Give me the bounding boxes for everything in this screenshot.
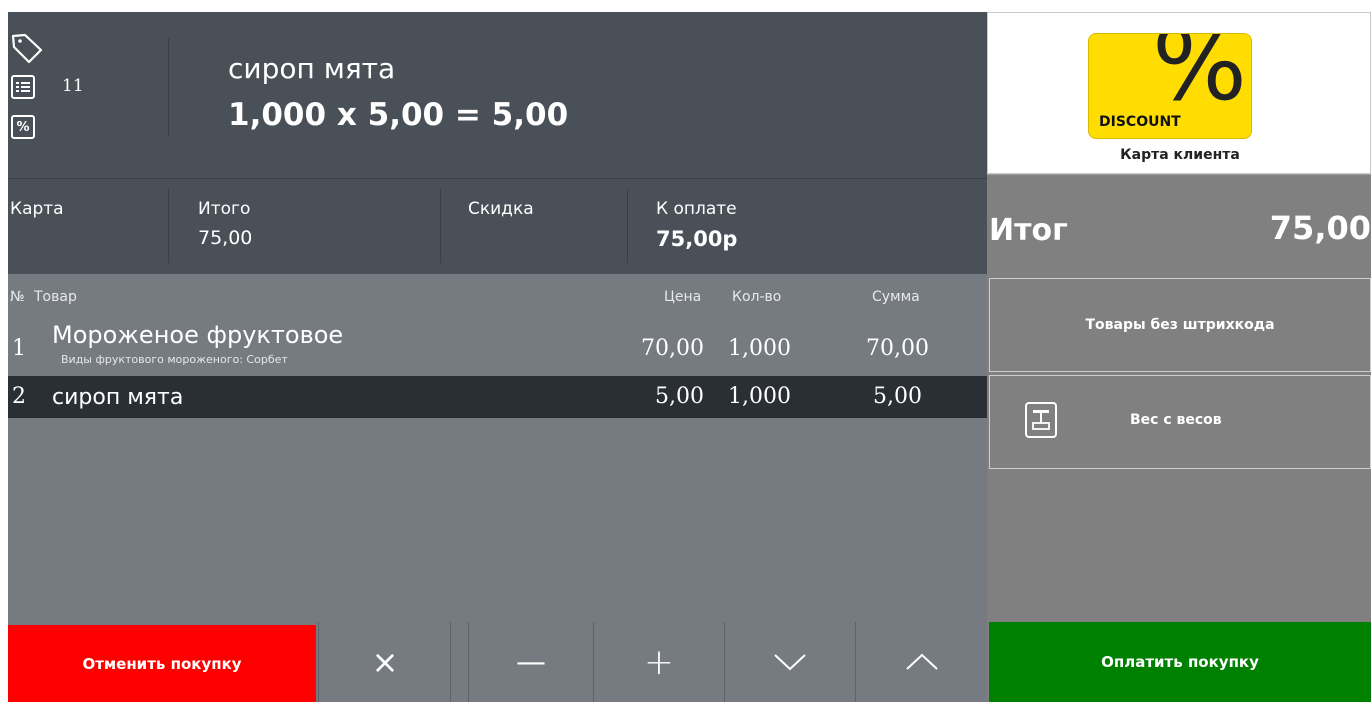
column-header-qty: Кол-во <box>732 289 782 305</box>
scale-icon <box>1025 402 1057 438</box>
current-product-calc: 1,000 x 5,00 = 5,00 <box>228 97 569 133</box>
minus-icon: — <box>516 644 546 680</box>
to-pay-label: К оплате <box>656 199 737 219</box>
percent-glyph: % <box>1151 33 1247 123</box>
row-sum: 5,00 <box>873 384 922 409</box>
divider <box>168 38 169 136</box>
cancel-purchase-button[interactable]: Отменить покупку <box>8 625 316 702</box>
column-header-price: Цена <box>664 289 702 305</box>
column-header-product: Товар <box>34 289 77 305</box>
current-item-header: % 11 сироп мята 1,000 x 5,00 = 5,00 <box>8 12 987 178</box>
list-icon[interactable] <box>11 75 35 99</box>
tag-icon[interactable] <box>11 32 43 64</box>
to-pay-value: 75,00р <box>656 227 738 251</box>
bottom-toolbar: Отменить покупку × — + <box>8 622 987 702</box>
delete-item-button[interactable]: × <box>320 622 450 702</box>
receipt-table: № Товар Цена Кол-во Сумма 1 Мороженое фр… <box>8 274 987 622</box>
client-card-button[interactable]: % DISCOUNT Карта клиента <box>987 12 1371 174</box>
no-barcode-items-button[interactable]: Товары без штрихкода <box>989 278 1371 372</box>
pos-screen: % 11 сироп мята 1,000 x 5,00 = 5,00 Карт… <box>0 0 1371 702</box>
table-row-selected[interactable]: 2 сироп мята 5,00 1,000 5,00 <box>8 376 987 418</box>
current-product-name: сироп мята <box>228 52 396 85</box>
row-num: 2 <box>12 384 26 409</box>
divider <box>627 189 628 263</box>
total-value: 75,00 <box>198 227 253 249</box>
chevron-up-icon <box>905 653 938 670</box>
row-num: 1 <box>12 336 26 361</box>
row-price: 5,00 <box>655 384 704 409</box>
scale-weight-button[interactable]: Вес с весов <box>989 375 1371 469</box>
discount-text: DISCOUNT <box>1099 114 1181 130</box>
percent-icon[interactable]: % <box>11 115 35 139</box>
item-counter: 11 <box>62 76 84 96</box>
move-down-button[interactable] <box>725 622 855 702</box>
total-label: Итого <box>198 199 251 219</box>
row-price: 70,00 <box>641 336 704 361</box>
divider <box>168 189 169 263</box>
client-card-label: Карта клиента <box>1120 147 1240 163</box>
divider <box>450 622 451 702</box>
no-barcode-items-label: Товары без штрихкода <box>1085 317 1275 333</box>
scale-weight-label: Вес с весов <box>1130 412 1222 428</box>
row-sum: 70,00 <box>866 336 929 361</box>
increase-qty-button[interactable]: + <box>594 622 724 702</box>
row-product-name: Мороженое фруктовое <box>52 321 344 349</box>
grand-total-label: Итог <box>989 213 1068 248</box>
pay-purchase-button[interactable]: Оплатить покупку <box>989 622 1371 702</box>
grand-total-panel: Итог 75,00 <box>987 174 1371 276</box>
row-qty: 1,000 <box>728 384 791 409</box>
discount-card-image: % DISCOUNT <box>1088 33 1252 139</box>
column-header-sum: Сумма <box>872 289 920 305</box>
move-up-button[interactable] <box>856 622 987 702</box>
decrease-qty-button[interactable]: — <box>469 622 593 702</box>
grand-total-value: 75,00 <box>1269 209 1371 247</box>
column-header-num: № <box>10 289 25 305</box>
table-row[interactable]: 1 Мороженое фруктовое Виды фруктового мо… <box>8 316 987 376</box>
divider <box>318 622 319 702</box>
discount-label: Скидка <box>468 199 534 219</box>
card-label: Карта <box>10 199 64 219</box>
chevron-down-icon <box>774 654 806 671</box>
totals-strip: Карта Итого 75,00 Скидка К оплате 75,00р <box>8 178 987 274</box>
close-icon: × <box>371 643 399 681</box>
divider <box>440 189 441 263</box>
row-product-note: Виды фруктового мороженого: Сорбет <box>61 353 288 366</box>
plus-icon: + <box>643 641 675 683</box>
row-product-name: сироп мята <box>52 385 184 410</box>
right-panel: % DISCOUNT Карта клиента Итог 75,00 Това… <box>987 12 1371 702</box>
row-qty: 1,000 <box>728 336 791 361</box>
